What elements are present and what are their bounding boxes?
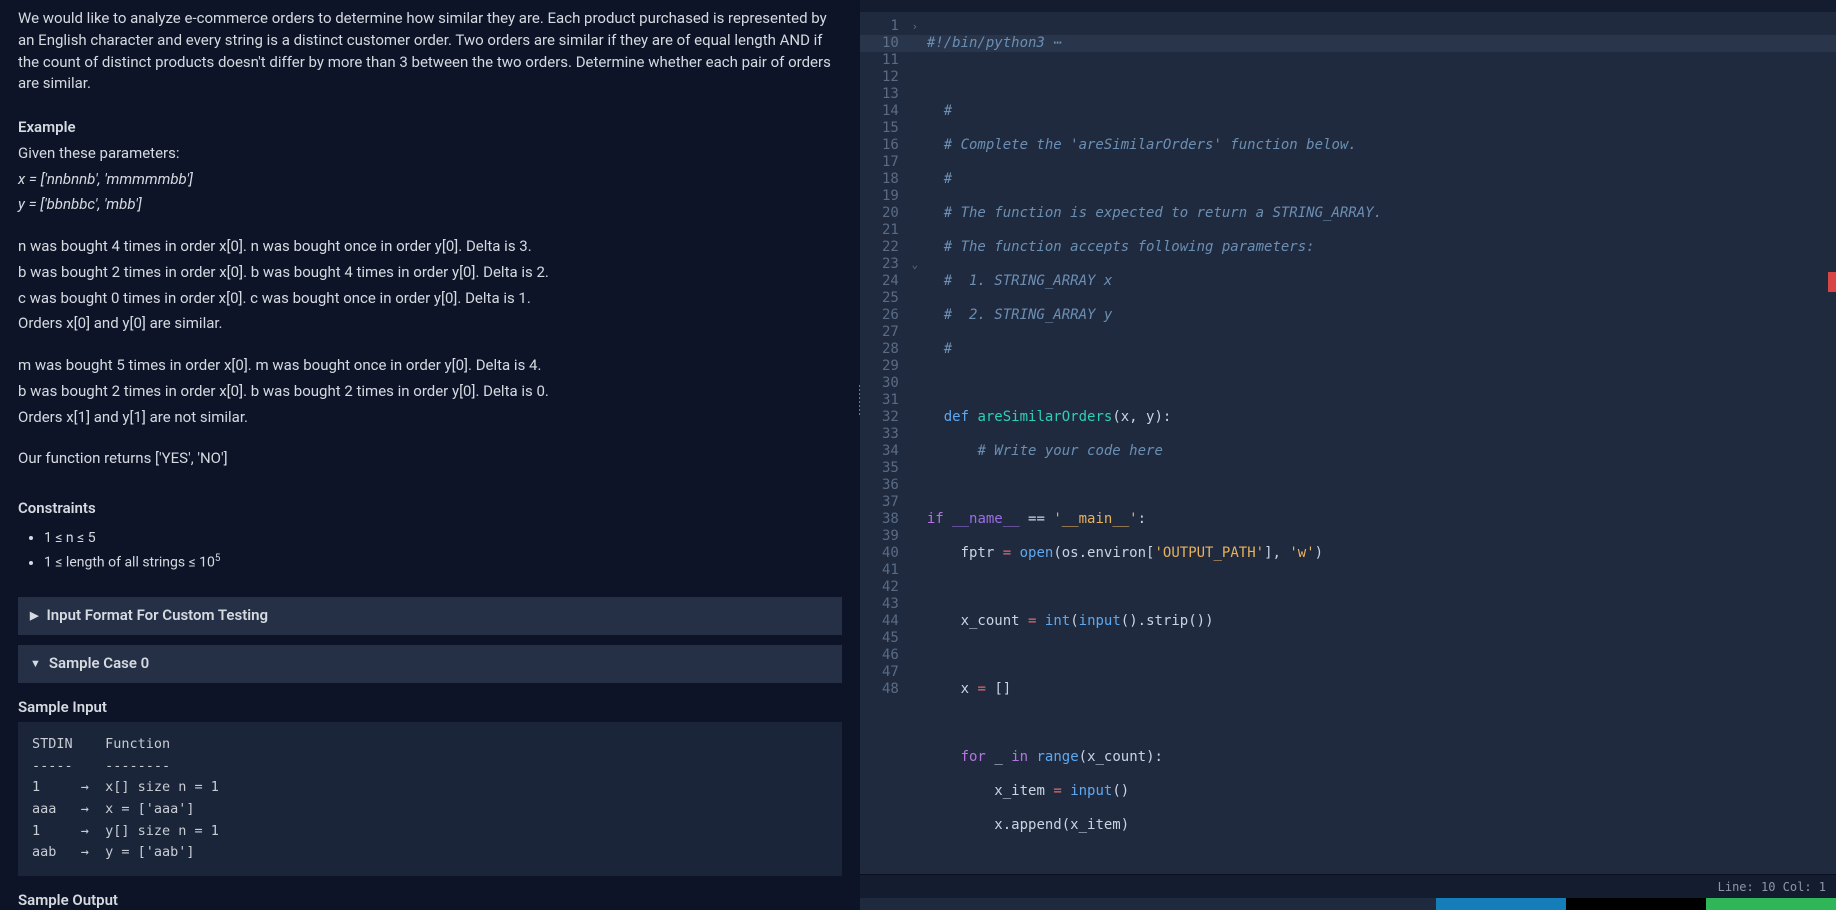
- analysis-block-1: n was bought 4 times in order x[0]. n wa…: [18, 236, 842, 335]
- analysis1-line1: n was bought 4 times in order x[0]. n wa…: [18, 236, 842, 258]
- problem-panel[interactable]: We would like to analyze e-commerce orde…: [0, 0, 860, 910]
- sample-output-heading: Sample Output: [18, 890, 842, 910]
- submit-button[interactable]: [1706, 898, 1836, 910]
- example-given-label: Given these parameters:: [18, 143, 842, 165]
- sample-input-heading: Sample Input: [18, 697, 842, 719]
- custom-input-button[interactable]: [1566, 898, 1706, 910]
- example-heading: Example: [18, 117, 842, 139]
- analysis2-line3: Orders x[1] and y[1] are not similar.: [18, 407, 842, 429]
- sample-case-heading: Sample Case 0: [49, 653, 149, 675]
- line-number-gutter: 1 10 11 12 13 14 15 16 17 18 19 20 21 22…: [860, 12, 907, 874]
- editor-panel: 1 10 11 12 13 14 15 16 17 18 19 20 21 22…: [860, 0, 1836, 910]
- sample-case-toggle[interactable]: ▼ Sample Case 0: [18, 645, 842, 683]
- code-content[interactable]: #!/bin/python3 ⋯ # # Complete the 'areSi…: [923, 12, 1836, 874]
- editor-toolbar: [860, 0, 1836, 12]
- example-x: x = ['nnbnnb', 'mmmmmbb']: [18, 169, 842, 191]
- input-format-heading: Input Format For Custom Testing: [46, 605, 268, 627]
- sample-input-block: STDIN Function ----- -------- 1 → x[] si…: [18, 722, 842, 876]
- analysis1-line2: b was bought 2 times in order x[0]. b wa…: [18, 262, 842, 284]
- triangle-down-icon: ▼: [30, 656, 41, 672]
- action-buttons-row: [860, 898, 1836, 910]
- triangle-right-icon: ▶: [30, 608, 38, 624]
- fold-arrow-icon[interactable]: ›: [907, 18, 923, 35]
- constraints-heading: Constraints: [18, 498, 842, 520]
- cursor-position: Line: 10 Col: 1: [1718, 880, 1826, 894]
- returns-line: Our function returns ['YES', 'NO']: [18, 448, 842, 470]
- analysis1-line4: Orders x[0] and y[0] are similar.: [18, 313, 842, 335]
- example-y: y = ['bbnbbc', 'mbb']: [18, 194, 842, 216]
- editor-status-bar: Line: 10 Col: 1: [860, 874, 1836, 898]
- input-format-toggle[interactable]: ▶ Input Format For Custom Testing: [18, 597, 842, 635]
- fold-column: › ⌄: [907, 12, 923, 874]
- constraints-list: 1 ≤ n ≤ 5 1 ≤ length of all strings ≤ 10…: [18, 528, 842, 573]
- analysis2-line1: m was bought 5 times in order x[0]. m wa…: [18, 355, 842, 377]
- analysis-block-2: m was bought 5 times in order x[0]. m wa…: [18, 355, 842, 428]
- constraint-2: 1 ≤ length of all strings ≤ 105: [44, 552, 842, 573]
- analysis1-line3: c was bought 0 times in order x[0]. c wa…: [18, 288, 842, 310]
- constraint-1: 1 ≤ n ≤ 5: [44, 528, 842, 548]
- run-tests-button[interactable]: [1436, 898, 1566, 910]
- analysis2-line2: b was bought 2 times in order x[0]. b wa…: [18, 381, 842, 403]
- code-editor[interactable]: 1 10 11 12 13 14 15 16 17 18 19 20 21 22…: [860, 12, 1836, 874]
- fold-arrow-down-icon[interactable]: ⌄: [907, 256, 923, 273]
- problem-description: We would like to analyze e-commerce orde…: [18, 8, 842, 910]
- intro-paragraph: We would like to analyze e-commerce orde…: [18, 8, 842, 95]
- app-container: We would like to analyze e-commerce orde…: [0, 0, 1836, 910]
